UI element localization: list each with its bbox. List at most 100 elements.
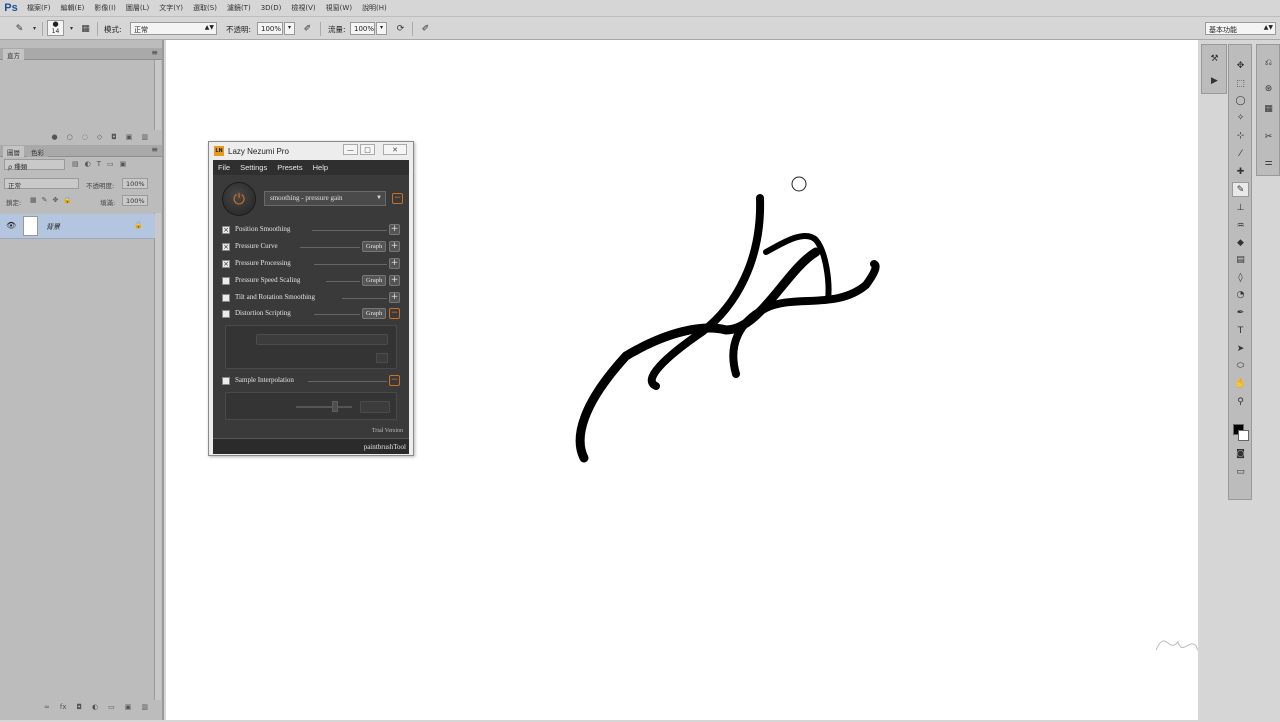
blend-mode-select[interactable]: 正常: [4, 178, 79, 190]
menu-image[interactable]: 影像(I): [89, 3, 121, 13]
maximize-button[interactable]: □: [360, 144, 375, 155]
brush-preset-picker[interactable]: ● 14: [47, 20, 64, 36]
dodge-tool-icon[interactable]: ◔: [1232, 287, 1249, 302]
circle-fill-icon[interactable]: ●: [51, 133, 57, 141]
background-color-swatch[interactable]: [1238, 430, 1249, 441]
airbrush-icon[interactable]: ⟳: [393, 21, 408, 36]
histogram-scrollbar[interactable]: [154, 60, 161, 130]
new-layer-icon[interactable]: ▣: [125, 703, 132, 711]
interpolation-value-box[interactable]: [360, 401, 390, 413]
menu-view[interactable]: 檢視(V): [286, 3, 320, 13]
close-button[interactable]: ✕: [383, 144, 407, 155]
interpolation-slider-track[interactable]: [296, 406, 352, 408]
preset-select[interactable]: smoothing - pressure gain ▼: [264, 191, 386, 206]
screen-mode-icon[interactable]: ▭: [1232, 464, 1249, 479]
minimize-button[interactable]: —: [343, 144, 358, 155]
swatches-panel-icon[interactable]: ▦: [1260, 101, 1277, 116]
pressure-processing-checkbox[interactable]: ×: [222, 260, 230, 268]
menu-3d[interactable]: 3D(D): [256, 4, 287, 12]
trash-icon[interactable]: ▥: [141, 703, 148, 711]
panel-menu-icon[interactable]: ≡: [151, 145, 158, 154]
layers-scrollbar[interactable]: [154, 213, 161, 700]
quick-mask-icon[interactable]: ◙: [1232, 446, 1249, 461]
script-option-box[interactable]: [376, 353, 388, 363]
marquee-tool-icon[interactable]: ⬚: [1232, 76, 1249, 91]
history-brush-tool-icon[interactable]: ♒: [1232, 218, 1249, 233]
eyedropper-tool-icon[interactable]: ⁄: [1232, 146, 1249, 161]
menu-type[interactable]: 文字(Y): [154, 3, 188, 13]
menu-presets[interactable]: Presets: [272, 163, 307, 172]
brush-panel-icon[interactable]: ▦: [78, 21, 93, 36]
layer-row-background[interactable]: 👁 背景 🔒: [0, 214, 155, 239]
collapse-button[interactable]: −: [392, 193, 403, 204]
tab-color[interactable]: 色彩: [27, 146, 48, 157]
interpolation-slider-handle[interactable]: [332, 401, 338, 412]
menu-window[interactable]: 視窗(W): [321, 3, 357, 13]
expand-button[interactable]: +: [389, 275, 400, 286]
collapse-button[interactable]: −: [389, 375, 400, 386]
layer-fill-input[interactable]: 100%: [122, 195, 148, 206]
workspace-select[interactable]: 基本功能 ▲▼: [1205, 22, 1276, 35]
mask-icon[interactable]: ◘: [76, 703, 82, 711]
panel-menu-icon[interactable]: ≡: [151, 48, 158, 57]
link-icon[interactable]: ∞: [44, 703, 50, 711]
brushes-panel-icon[interactable]: ✂: [1260, 129, 1277, 144]
layer-filter-icons[interactable]: ▤◐T▭▣: [72, 160, 132, 168]
move-tool-icon[interactable]: ✥: [1232, 58, 1249, 73]
tool-preset-dropdown-icon[interactable]: ▾: [27, 21, 42, 36]
expand-button[interactable]: +: [389, 241, 400, 252]
tab-layers[interactable]: 圖層: [3, 146, 24, 157]
pressure-opacity-icon[interactable]: ✐: [300, 21, 315, 36]
menu-filter[interactable]: 濾鏡(T): [222, 3, 256, 13]
flow-dropdown-icon[interactable]: ▾: [376, 22, 387, 35]
expand-button[interactable]: +: [389, 258, 400, 269]
sample-interpolation-checkbox[interactable]: [222, 377, 230, 385]
play-icon[interactable]: ▶: [1206, 73, 1223, 88]
brush-size-dropdown-icon[interactable]: ▾: [64, 21, 79, 36]
type-tool-icon[interactable]: T: [1232, 323, 1249, 338]
history-panel-icon[interactable]: ⎌: [1260, 55, 1277, 70]
layer-filter-select[interactable]: ρ 種類: [4, 159, 65, 171]
fx-icon[interactable]: fx: [60, 703, 67, 711]
pressure-curve-checkbox[interactable]: ×: [222, 243, 230, 251]
tilt-rotation-checkbox[interactable]: [222, 294, 230, 302]
eye-icon[interactable]: 👁: [6, 221, 16, 230]
channels-panel-icon[interactable]: ⊛: [1260, 81, 1277, 96]
lazy-nezumi-titlebar[interactable]: LN Lazy Nezumi Pro — □ ✕: [209, 142, 413, 160]
stamp-tool-icon[interactable]: ⊥: [1232, 200, 1249, 215]
diamond-icon[interactable]: ◇: [97, 133, 102, 141]
brush-tool-icon[interactable]: ✎: [1232, 182, 1249, 197]
lock-icons[interactable]: ▦✎✥🔒: [30, 196, 77, 204]
menu-layer[interactable]: 圖層(L): [121, 3, 154, 13]
eraser-tool-icon[interactable]: ◆: [1232, 235, 1249, 250]
zoom-tool-icon[interactable]: ⚲: [1232, 394, 1249, 409]
dotted-circle-icon[interactable]: ◌: [82, 133, 88, 141]
expand-button[interactable]: +: [389, 224, 400, 235]
menu-file[interactable]: 檔案(F): [22, 3, 56, 13]
brush-tool-icon[interactable]: ✎: [12, 21, 27, 36]
expand-button[interactable]: +: [389, 292, 400, 303]
opacity-dropdown-icon[interactable]: ▾: [284, 22, 295, 35]
menu-help[interactable]: Help: [308, 163, 333, 172]
new-icon[interactable]: ▣: [126, 133, 133, 141]
folder-icon[interactable]: ▭: [108, 703, 115, 711]
script-select[interactable]: [256, 334, 388, 345]
gradient-tool-icon[interactable]: ▤: [1232, 252, 1249, 267]
path-selection-tool-icon[interactable]: ➤: [1232, 341, 1249, 356]
adjustments-panel-icon[interactable]: ⚌: [1260, 155, 1277, 170]
collapse-button[interactable]: −: [389, 308, 400, 319]
graph-button[interactable]: Graph: [362, 308, 387, 319]
blur-tool-icon[interactable]: ◊: [1232, 270, 1249, 285]
menu-help[interactable]: 說明(H): [357, 3, 392, 13]
distortion-scripting-checkbox[interactable]: [222, 310, 230, 318]
menu-file[interactable]: File: [213, 163, 235, 172]
camera-icon[interactable]: ◘: [111, 133, 117, 141]
position-smoothing-checkbox[interactable]: ×: [222, 226, 230, 234]
healing-brush-tool-icon[interactable]: ✚: [1232, 164, 1249, 179]
tab-histogram[interactable]: 直方: [3, 49, 24, 60]
pressure-speed-scaling-checkbox[interactable]: [222, 277, 230, 285]
pressure-size-icon[interactable]: ✐: [418, 21, 433, 36]
tool-presets-icon[interactable]: ⚒: [1206, 51, 1223, 66]
crop-tool-icon[interactable]: ⊹: [1232, 128, 1249, 143]
menu-edit[interactable]: 編輯(E): [56, 3, 90, 13]
